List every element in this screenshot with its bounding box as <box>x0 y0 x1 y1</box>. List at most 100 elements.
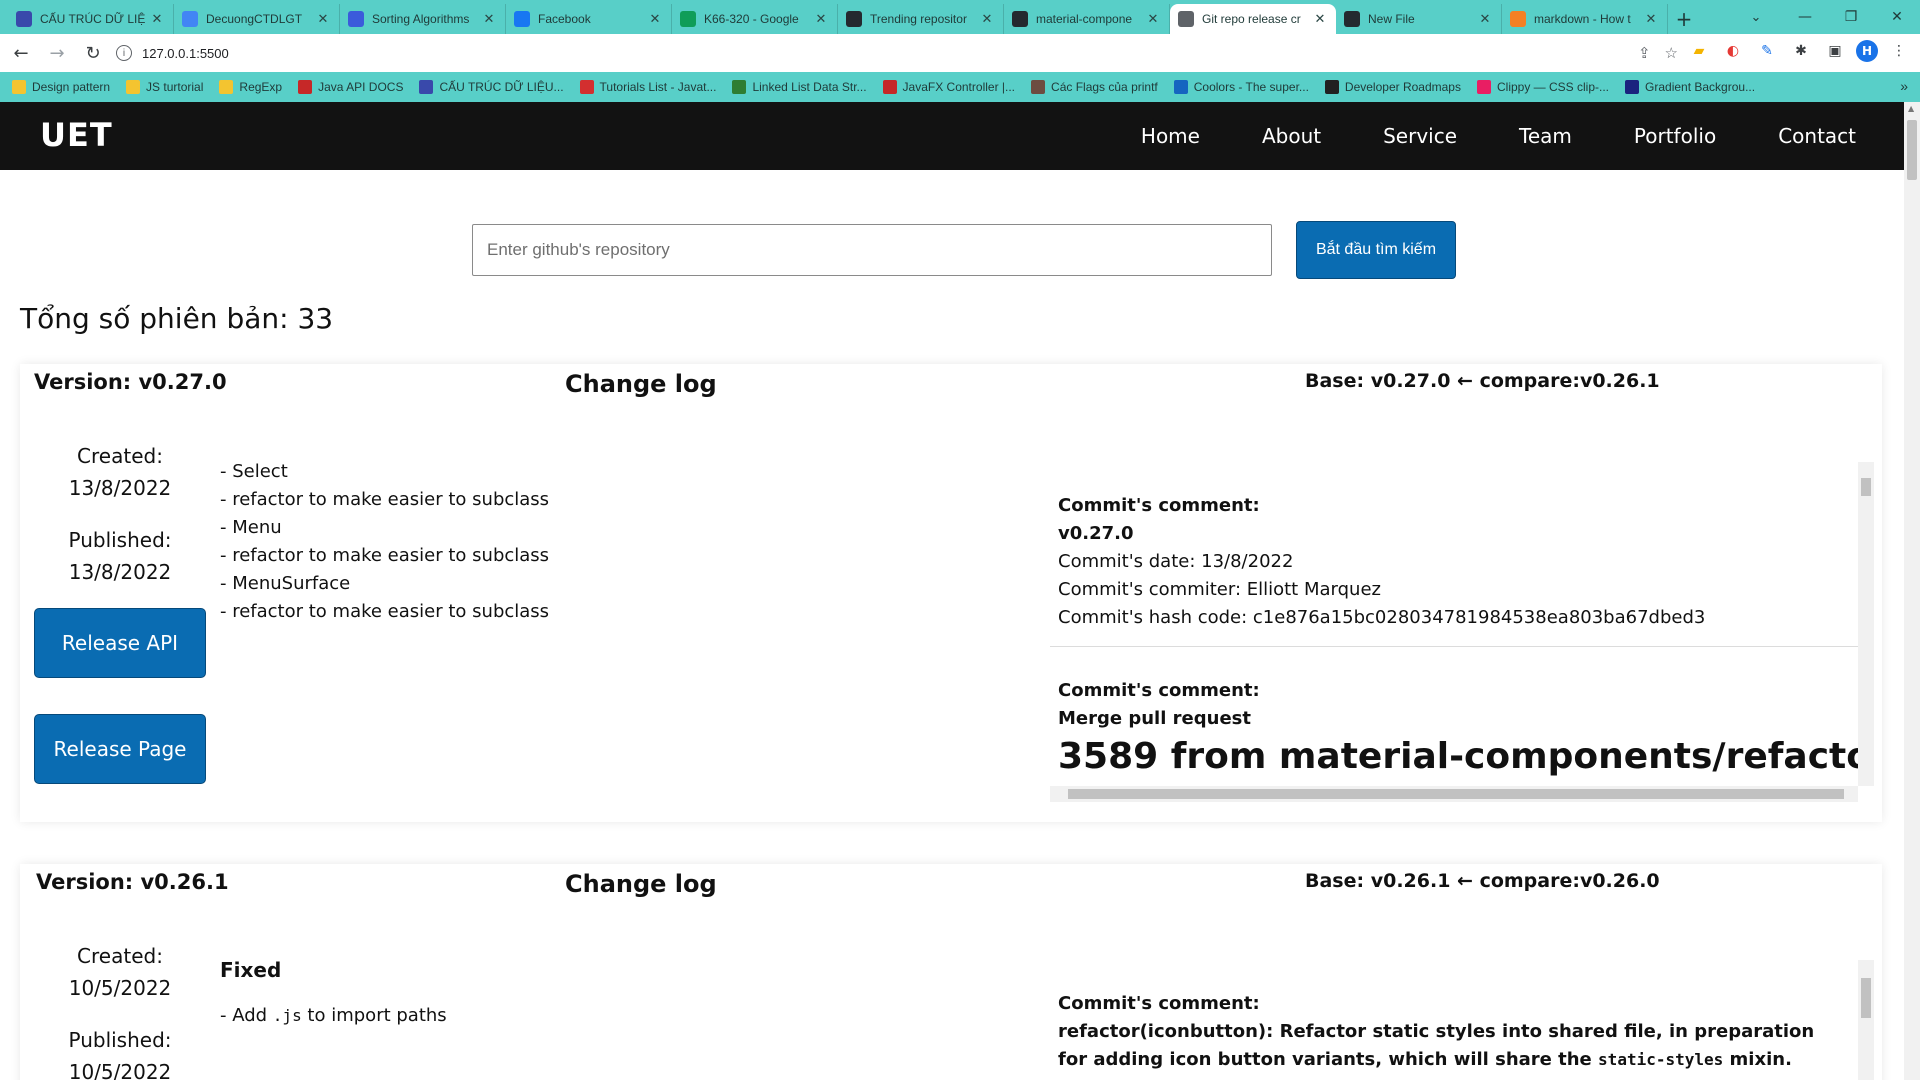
repo-search-input[interactable] <box>472 224 1272 276</box>
bookmark-label: CẤU TRÚC DỮ LIỆU... <box>439 80 564 94</box>
created-label: Created: <box>77 444 163 468</box>
commit-list-vertical-scrollbar[interactable] <box>1858 462 1874 786</box>
bookmark-item[interactable]: Design pattern <box>12 80 110 94</box>
profile-avatar[interactable]: H <box>1856 40 1878 62</box>
browser-tab[interactable]: DecuongCTDLGT ✕ <box>174 4 340 34</box>
commit-list-vertical-scrollbar[interactable] <box>1858 960 1874 1080</box>
site-logo[interactable]: UET <box>40 116 113 154</box>
bookmark-item[interactable]: Developer Roadmaps <box>1324 80 1461 94</box>
bookmark-icon <box>219 80 234 94</box>
browser-tab[interactable]: material-compone ✕ <box>1004 4 1170 34</box>
nav-portfolio[interactable]: Portfolio <box>1634 124 1716 148</box>
release-version: Version: v0.26.1 <box>36 870 229 894</box>
sort-icon <box>348 11 364 27</box>
bookmark-item[interactable]: Gradient Backgrou... <box>1625 80 1755 94</box>
scroll-thumb[interactable] <box>1861 478 1871 496</box>
scroll-thumb[interactable] <box>1861 978 1871 1018</box>
tab-search-icon[interactable]: ⌄ <box>1742 4 1770 30</box>
extensions-puzzle-icon[interactable]: ✱ <box>1788 38 1814 64</box>
commit-list[interactable]: Commit's comment: refactor(iconbutton): … <box>1050 960 1874 1080</box>
bookmark-item[interactable]: Linked List Data Str... <box>732 80 867 94</box>
tab-close-icon[interactable]: ✕ <box>647 11 663 27</box>
tab-close-icon[interactable]: ✕ <box>1312 11 1328 27</box>
tab-close-icon[interactable]: ✕ <box>315 11 331 27</box>
forward-icon[interactable]: → <box>42 38 72 68</box>
commit-message-heading: 3589 from material-components/refactor- <box>1058 736 1874 777</box>
bookmark-label: Developer Roadmaps <box>1344 80 1461 94</box>
tab-close-icon[interactable]: ✕ <box>813 11 829 27</box>
omnibox-actions: ⇪ ☆ <box>1638 44 1678 62</box>
bookmark-star-icon[interactable]: ☆ <box>1665 44 1678 62</box>
browser-tab[interactable]: Git repo release cr ✕ <box>1170 4 1336 34</box>
bookmark-item[interactable]: Các Flags của printf <box>1031 80 1158 94</box>
tab-close-icon[interactable]: ✕ <box>149 11 165 27</box>
tab-close-icon[interactable]: ✕ <box>1145 11 1161 27</box>
browser-tab[interactable]: New File ✕ <box>1336 4 1502 34</box>
nav-about[interactable]: About <box>1262 124 1321 148</box>
tab-strip: CẤU TRÚC DỮ LIỆU ✕ DecuongCTDLGT ✕ Sorting A… <box>0 0 1668 34</box>
search-row: Bắt đầu tìm kiếm <box>0 220 1904 280</box>
browser-tab[interactable]: Facebook ✕ <box>506 4 672 34</box>
extension-folder-icon[interactable]: ▰ <box>1686 38 1712 64</box>
close-window-icon[interactable]: ✕ <box>1874 0 1920 34</box>
new-tab-button[interactable]: + <box>1668 4 1700 34</box>
more-bookmarks-icon[interactable]: » <box>1900 78 1908 94</box>
bookmark-item[interactable]: CẤU TRÚC DỮ LIỆU... <box>419 80 564 94</box>
browser-tab[interactable]: Sorting Algorithms ✕ <box>340 4 506 34</box>
scroll-up-icon[interactable]: ▲ <box>1908 104 1914 113</box>
bookmark-icon <box>12 80 26 94</box>
browser-menu-icon[interactable]: ⋮ <box>1886 38 1912 64</box>
browser-tab[interactable]: Trending repositor ✕ <box>838 4 1004 34</box>
tab-close-icon[interactable]: ✕ <box>1477 11 1493 27</box>
created-label: Created: <box>77 944 163 968</box>
globe-icon <box>1178 11 1194 27</box>
nav-service[interactable]: Service <box>1383 124 1457 148</box>
minimize-icon[interactable]: — <box>1782 0 1828 34</box>
bookmark-icon <box>1173 80 1188 94</box>
bookmarks-bar: Design pattern JS turtorial RegExp Java API… <box>0 72 1920 102</box>
tab-close-icon[interactable]: ✕ <box>481 11 497 27</box>
side-panel-icon[interactable]: ▣ <box>1822 38 1848 64</box>
changelog-item: - Add .js to import paths <box>220 1002 447 1030</box>
page-scroll-thumb[interactable] <box>1907 120 1917 180</box>
published-date: 10/5/2022 <box>68 1060 172 1080</box>
back-icon[interactable]: ← <box>6 38 36 68</box>
changelog-item: - refactor to make easier to subclass <box>220 545 550 566</box>
commit-author: Commit's commiter: Elliott Marquez <box>1058 579 1381 600</box>
tab-close-icon[interactable]: ✕ <box>979 11 995 27</box>
share-icon[interactable]: ⇪ <box>1638 44 1651 62</box>
changelog-item: - Menu <box>220 517 282 538</box>
browser-tab[interactable]: CẤU TRÚC DỮ LIỆU ✕ <box>8 4 174 34</box>
bookmark-item[interactable]: Coolors - The super... <box>1173 80 1309 94</box>
commit-list-content: Commit's comment: v0.27.0 Commit's date:… <box>1050 462 1874 795</box>
browser-tab-label: markdown - How t <box>1534 12 1631 26</box>
start-search-button[interactable]: Bắt đầu tìm kiếm <box>1296 221 1456 279</box>
reload-icon[interactable]: ↻ <box>78 38 108 68</box>
extension-picker-icon[interactable]: ✎ <box>1754 38 1780 64</box>
nav-home[interactable]: Home <box>1141 124 1200 148</box>
page-vertical-scrollbar[interactable]: ▲ <box>1904 102 1920 1080</box>
commit-list-horizontal-scrollbar[interactable] <box>1050 786 1858 802</box>
commit-list[interactable]: Commit's comment: v0.27.0 Commit's date:… <box>1050 462 1874 802</box>
bookmark-item[interactable]: Java API DOCS <box>298 80 403 94</box>
scroll-thumb[interactable] <box>1068 789 1844 799</box>
restore-icon[interactable]: ❐ <box>1828 0 1874 34</box>
bookmark-icon <box>1031 80 1046 94</box>
bookmark-icon <box>419 80 434 94</box>
bookmark-item[interactable]: RegExp <box>219 80 282 94</box>
release-api-button[interactable]: Release API <box>34 608 206 678</box>
release-page-button[interactable]: Release Page <box>34 714 206 784</box>
bookmark-item[interactable]: Tutorials List - Javat... <box>579 80 716 94</box>
site-info-icon[interactable]: i <box>116 45 132 61</box>
extension-color-icon[interactable]: ◐ <box>1720 38 1746 64</box>
nav-contact[interactable]: Contact <box>1778 124 1856 148</box>
browser-tab[interactable]: K66-320 - Google ✕ <box>672 4 838 34</box>
browser-tab[interactable]: markdown - How t ✕ <box>1502 4 1668 34</box>
nav-team[interactable]: Team <box>1519 124 1572 148</box>
bookmark-item[interactable]: JavaFX Controller |... <box>882 80 1015 94</box>
url-field[interactable]: i 127.0.0.1:5500 ⇪ ☆ <box>108 38 1688 68</box>
bookmark-item[interactable]: Clippy — CSS clip-... <box>1476 80 1609 94</box>
tab-close-icon[interactable]: ✕ <box>1643 11 1659 27</box>
bookmark-item[interactable]: JS turtorial <box>126 80 203 94</box>
created-info: Created: 13/8/2022 <box>20 440 220 504</box>
